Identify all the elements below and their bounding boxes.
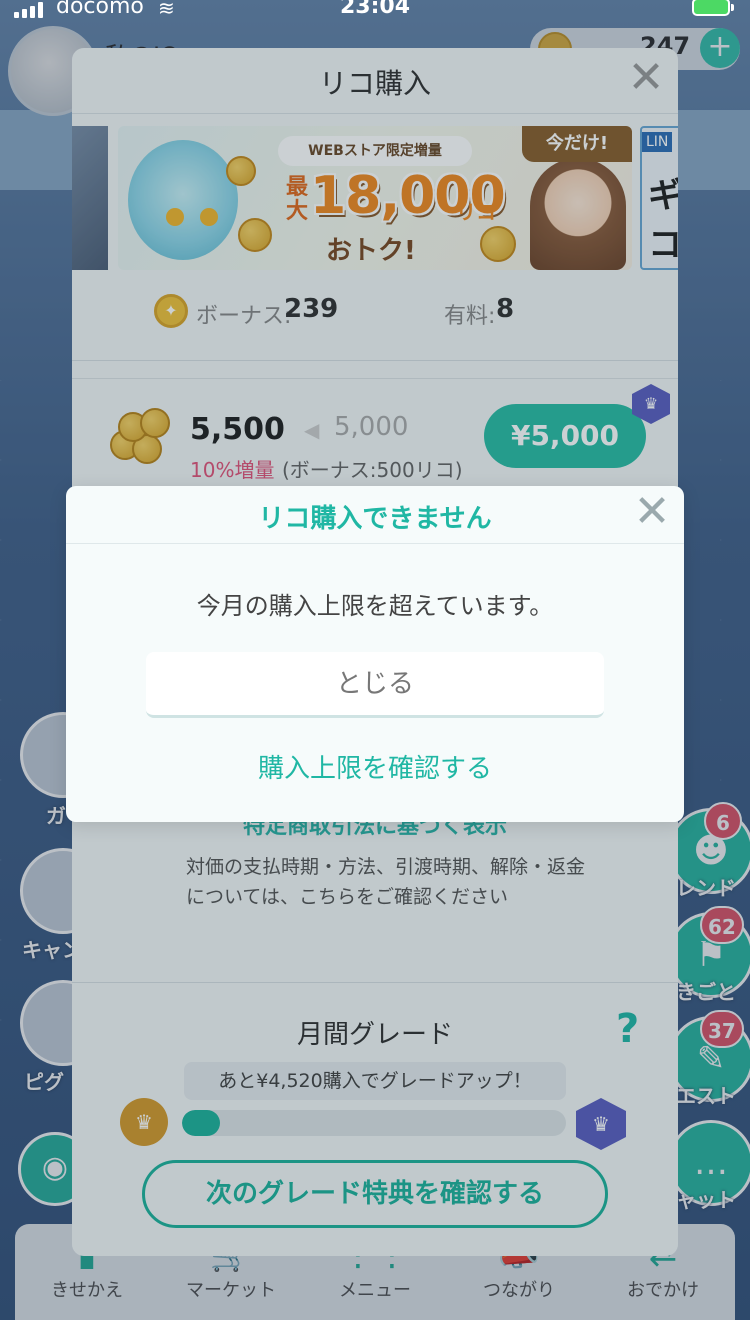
dialog-message: 今月の購入上限を超えています。 xyxy=(196,592,554,620)
status-bar: docomo ≋ 23:04 xyxy=(0,0,750,22)
wifi-icon: ≋ xyxy=(158,0,175,20)
signal-icon xyxy=(14,2,43,18)
dialog-title: リコ購入できません xyxy=(258,504,492,534)
carrier-name: docomo xyxy=(56,0,144,19)
check-purchase-limit-link[interactable]: 購入上限を確認する xyxy=(66,748,684,785)
purchase-error-dialog: リコ購入できません ✕ 今月の購入上限を超えています。 とじる 購入上限を確認す… xyxy=(66,486,684,822)
clock: 23:04 xyxy=(340,0,411,19)
dialog-header: リコ購入できません ✕ xyxy=(66,486,684,544)
close-icon[interactable]: ✕ xyxy=(630,490,674,536)
battery-icon xyxy=(692,0,734,16)
close-button[interactable]: とじる xyxy=(146,652,604,718)
